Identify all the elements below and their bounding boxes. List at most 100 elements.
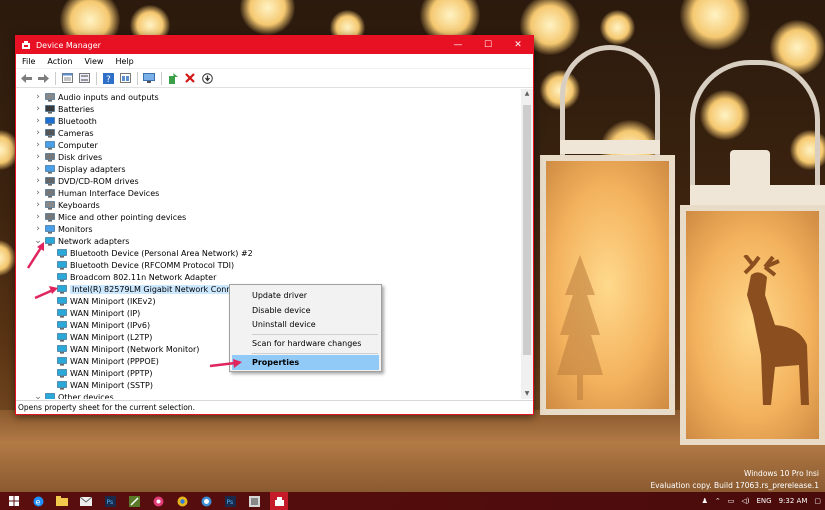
people-icon[interactable]: ♟ [702, 497, 708, 505]
tree-device[interactable]: WAN Miniport (SSTP) [42, 379, 153, 391]
network-adapter-icon [57, 320, 67, 330]
menu-properties[interactable]: Properties [232, 355, 379, 370]
app-icon-5[interactable] [246, 494, 262, 508]
update-driver-icon[interactable] [166, 71, 180, 85]
tree-item-label: Cameras [58, 128, 94, 138]
chevron-right-icon[interactable]: › [34, 212, 42, 222]
chevron-right-icon[interactable]: › [34, 104, 42, 114]
show-hidden-icon[interactable] [77, 71, 91, 85]
chevron-right-icon[interactable]: › [34, 128, 42, 138]
clock[interactable]: 9:32 AM [779, 497, 808, 505]
tree-category[interactable]: › Keyboards [34, 199, 100, 211]
tree-device[interactable]: Bluetooth Device (Personal Area Network)… [42, 247, 253, 259]
menu-action[interactable]: Action [46, 57, 78, 66]
tree-category[interactable]: › Mice and other pointing devices [34, 211, 186, 223]
tree-category[interactable]: › Audio inputs and outputs [34, 91, 159, 103]
uninstall-icon[interactable] [183, 71, 197, 85]
tree-item-label: WAN Miniport (PPPOE) [70, 356, 159, 366]
vertical-scrollbar[interactable]: ▲ ▼ [521, 89, 533, 399]
annotation-arrow-properties [209, 359, 242, 368]
menu-uninstall-device[interactable]: Uninstall device [232, 317, 379, 332]
dvd-drive-icon [45, 176, 55, 186]
chevron-right-icon[interactable]: › [34, 188, 42, 198]
tree-device[interactable]: WAN Miniport (L2TP) [42, 331, 152, 343]
tree-category[interactable]: › Batteries [34, 103, 94, 115]
chevron-right-icon[interactable]: › [34, 176, 42, 186]
properties-icon[interactable] [60, 71, 74, 85]
device-manager-taskbar-icon[interactable] [270, 492, 288, 510]
notification-icon[interactable]: ▢ [814, 497, 821, 505]
chevron-right-icon[interactable]: › [34, 200, 42, 210]
app-icon-3[interactable] [198, 494, 214, 508]
start-icon[interactable] [6, 494, 22, 508]
chevron-up-icon[interactable]: ⌃ [715, 497, 721, 505]
tree-device[interactable]: Broadcom 802.11n Network Adapter [42, 271, 216, 283]
tree-category[interactable]: › Monitors [34, 223, 92, 235]
tree-device[interactable]: WAN Miniport (IPv6) [42, 319, 150, 331]
tree-device[interactable]: WAN Miniport (Network Monitor) [42, 343, 199, 355]
volume-icon[interactable]: ◁) [741, 497, 749, 505]
tree-device[interactable]: WAN Miniport (IKEv2) [42, 295, 156, 307]
tree-device[interactable]: WAN Miniport (PPPOE) [42, 355, 159, 367]
svg-text:Ps: Ps [106, 499, 113, 506]
tree-category[interactable]: › DVD/CD-ROM drives [34, 175, 139, 187]
app-icon-1[interactable] [126, 494, 142, 508]
network-adapter-icon [57, 248, 67, 258]
mail-icon[interactable] [78, 494, 94, 508]
app-icon-2[interactable] [150, 494, 166, 508]
tree-category[interactable]: › Computer [34, 139, 98, 151]
svg-text:Ps: Ps [226, 499, 233, 506]
network-icon[interactable]: ▭ [728, 497, 735, 505]
mouse-icon [45, 212, 55, 222]
tree-category[interactable]: › Bluetooth [34, 115, 97, 127]
scan-hardware-icon[interactable] [142, 71, 156, 85]
reindeer-figure [743, 255, 809, 405]
chevron-right-icon[interactable]: › [34, 92, 42, 102]
back-icon[interactable] [19, 71, 33, 85]
tree-category[interactable]: › Disk drives [34, 151, 102, 163]
tree-device[interactable]: WAN Miniport (PPTP) [42, 367, 152, 379]
scroll-thumb[interactable] [523, 105, 531, 355]
tree-figure [557, 255, 603, 400]
tree-category[interactable]: ⌄ Network adapters [34, 235, 129, 247]
maximize-button[interactable]: ☐ [473, 36, 503, 54]
forward-icon[interactable] [36, 71, 50, 85]
tree-item-label: Computer [58, 140, 98, 150]
scroll-up-icon[interactable]: ▲ [521, 89, 533, 99]
chevron-right-icon[interactable]: › [34, 164, 42, 174]
chevron-down-icon[interactable]: ⌄ [34, 392, 42, 399]
help-icon[interactable]: ? [101, 71, 115, 85]
minimize-button[interactable]: — [443, 36, 473, 54]
scroll-down-icon[interactable]: ▼ [521, 389, 533, 399]
title-bar[interactable]: Device Manager — ☐ ✕ [16, 36, 533, 54]
menu-view[interactable]: View [83, 57, 109, 66]
view-icon[interactable] [118, 71, 132, 85]
tree-category[interactable]: › Cameras [34, 127, 94, 139]
chrome-icon[interactable] [174, 494, 190, 508]
tree-device[interactable]: Bluetooth Device (RFCOMM Protocol TDI) [42, 259, 234, 271]
display-adapter-icon [45, 164, 55, 174]
menu-file[interactable]: File [21, 57, 41, 66]
tree-device[interactable]: WAN Miniport (IP) [42, 307, 140, 319]
menu-help[interactable]: Help [114, 57, 139, 66]
menu-disable-device[interactable]: Disable device [232, 303, 379, 318]
close-button[interactable]: ✕ [503, 36, 533, 54]
tree-category[interactable]: › Display adapters [34, 163, 125, 175]
app-icon-4[interactable]: Ps [222, 494, 238, 508]
menu-update-driver[interactable]: Update driver [232, 288, 379, 303]
chevron-right-icon[interactable]: › [34, 140, 42, 150]
disk-drive-icon [45, 152, 55, 162]
language-indicator[interactable]: ENG [757, 497, 772, 505]
chevron-right-icon[interactable]: › [34, 116, 42, 126]
watermark-line1: Windows 10 Pro Insi [743, 469, 819, 478]
tree-device[interactable]: Intel(R) 82579LM Gigabit Network Connect… [42, 283, 258, 295]
chevron-right-icon[interactable]: › [34, 224, 42, 234]
disable-icon[interactable] [200, 71, 214, 85]
photoshop-icon[interactable]: Ps [102, 494, 118, 508]
file-explorer-icon[interactable] [54, 494, 70, 508]
tree-category[interactable]: › Human Interface Devices [34, 187, 159, 199]
tree-category[interactable]: ⌄ Other devices [34, 391, 114, 399]
menu-scan-hardware[interactable]: Scan for hardware changes [232, 336, 379, 351]
chevron-right-icon[interactable]: › [34, 152, 42, 162]
edge-icon[interactable]: e [30, 494, 46, 508]
